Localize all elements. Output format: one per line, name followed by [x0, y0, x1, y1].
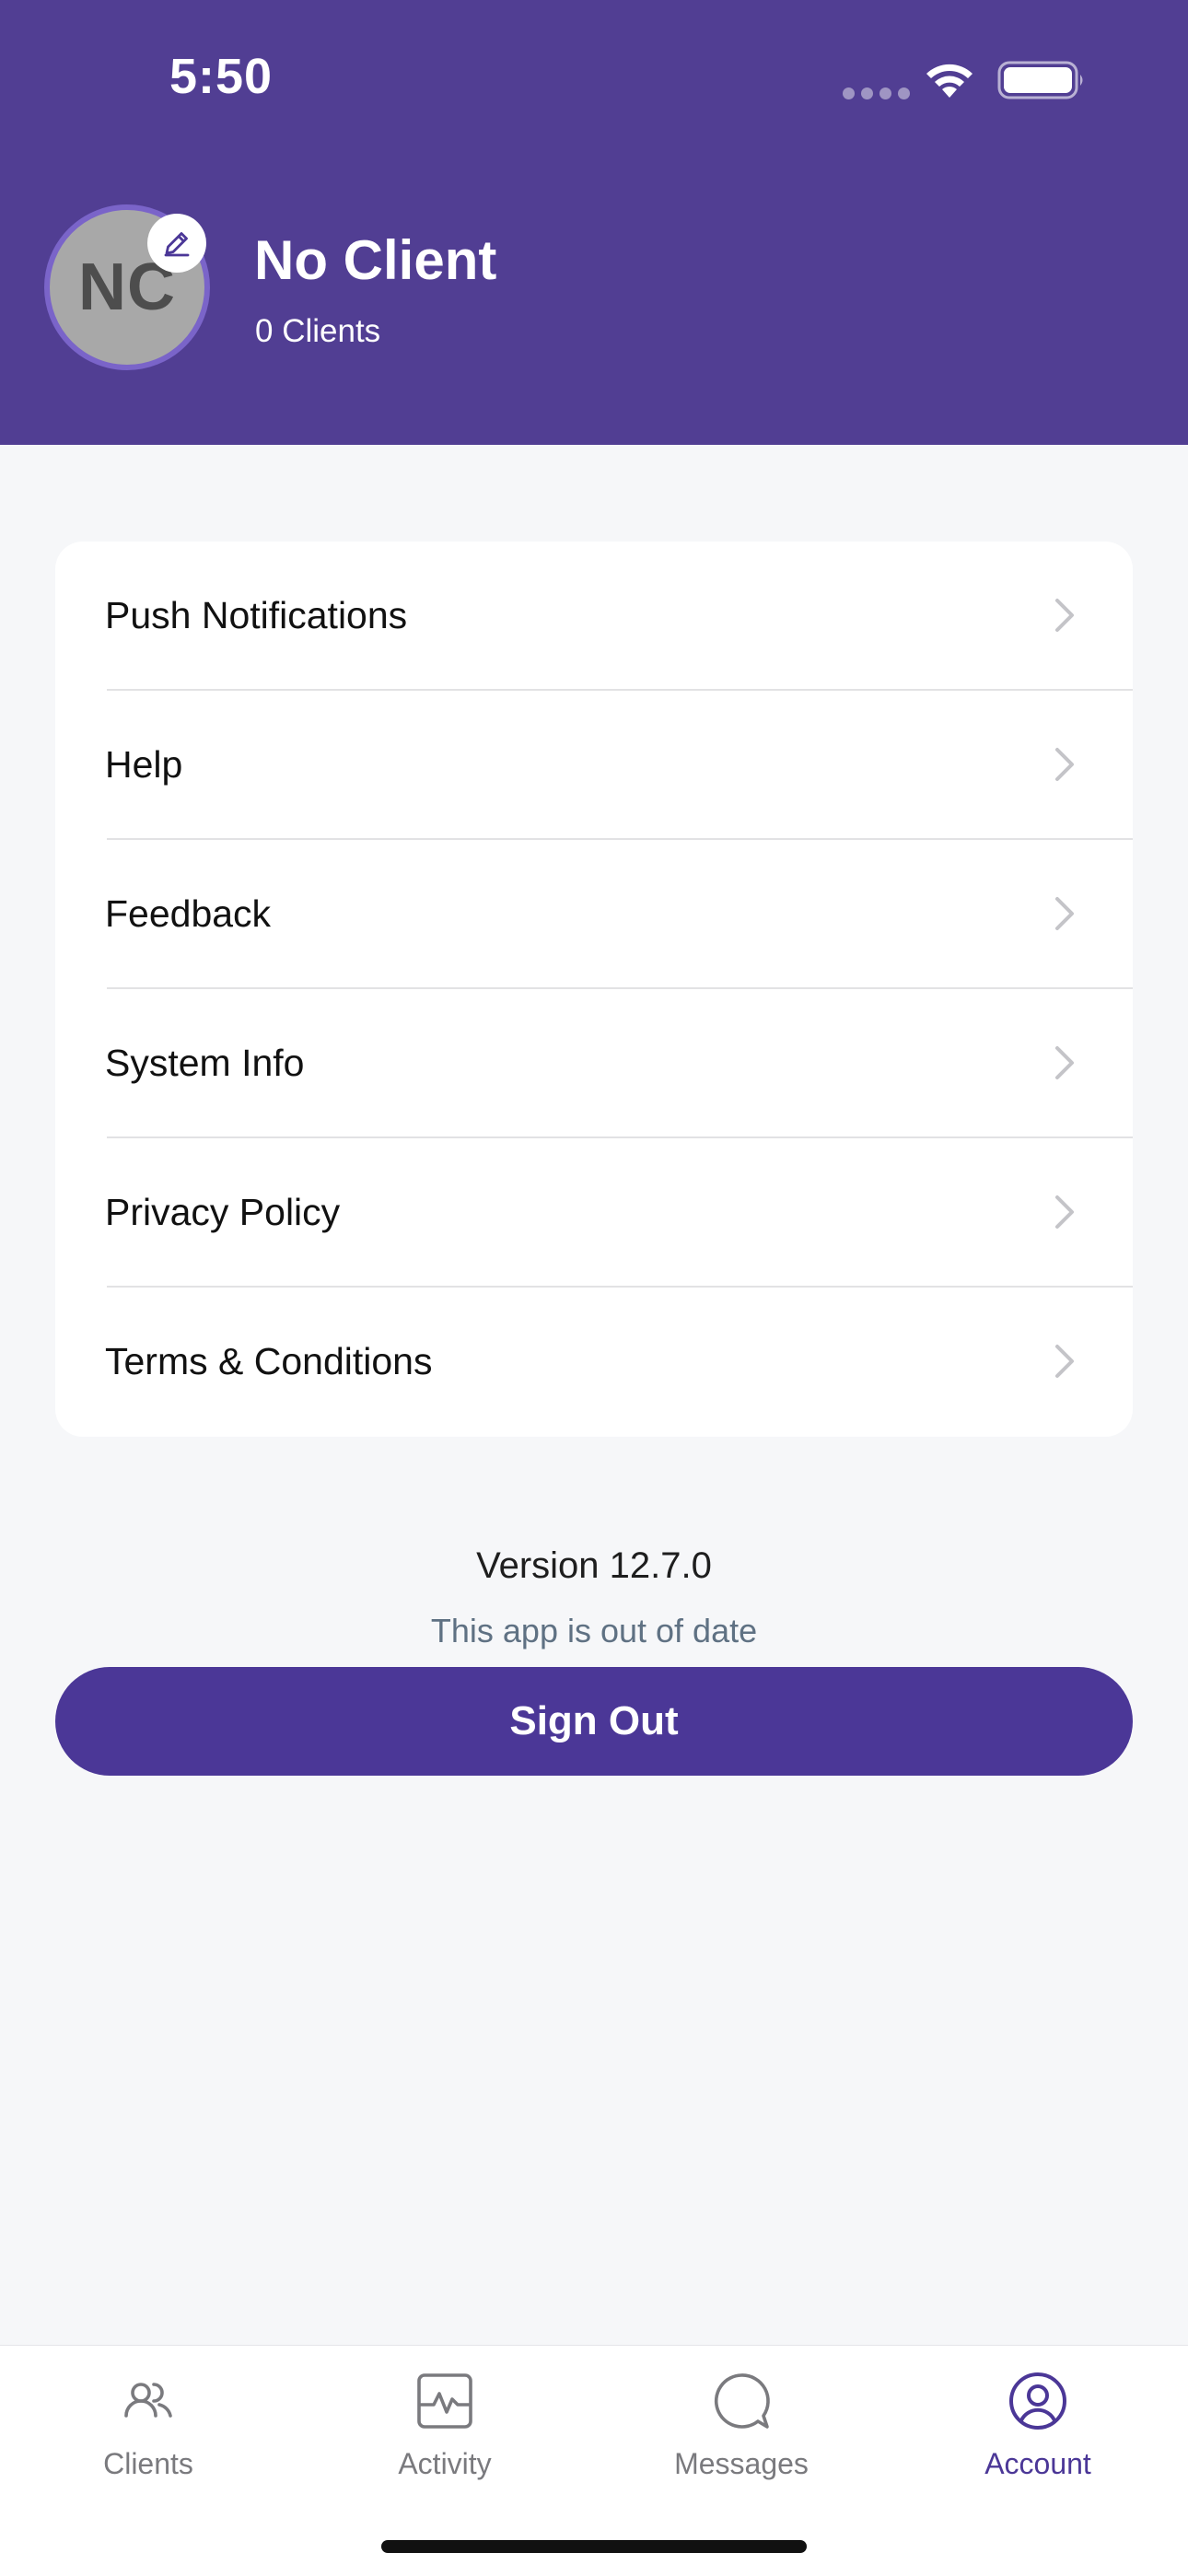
tab-activity[interactable]: Activity	[297, 2370, 593, 2489]
wifi-icon	[926, 64, 973, 98]
menu-item-system-info[interactable]: System Info	[55, 989, 1133, 1138]
chevron-right-icon	[1055, 748, 1074, 781]
tab-clients[interactable]: Clients	[0, 2370, 297, 2489]
menu-item-label: Terms & Conditions	[105, 1340, 433, 1382]
tab-label: Activity	[398, 2447, 492, 2480]
sign-out-button[interactable]: Sign Out	[55, 1667, 1133, 1776]
chevron-right-icon	[1055, 1345, 1074, 1378]
chevron-right-icon	[1055, 897, 1074, 930]
menu-item-help[interactable]: Help	[55, 691, 1133, 840]
tab-label: Account	[984, 2447, 1091, 2480]
client-count: 0 Clients	[255, 313, 381, 349]
avatar-container: NC	[44, 204, 210, 370]
outdated-notice: This app is out of date	[430, 1612, 758, 1649]
battery-icon	[997, 61, 1083, 99]
chevron-right-icon	[1055, 1046, 1074, 1079]
tab-messages[interactable]: Messages	[593, 2370, 890, 2489]
menu-item-label: System Info	[105, 1042, 305, 1084]
menu-item-feedback[interactable]: Feedback	[55, 840, 1133, 989]
chevron-right-icon	[1055, 599, 1074, 632]
tab-label: Messages	[674, 2447, 809, 2480]
menu-item-privacy-policy[interactable]: Privacy Policy	[55, 1138, 1133, 1288]
status-time: 5:50	[169, 49, 274, 104]
profile-header: 5:50 NC No Client 0 Clients	[0, 0, 1188, 445]
home-indicator[interactable]	[381, 2540, 807, 2553]
tab-label: Clients	[103, 2447, 193, 2480]
account-icon	[1009, 2372, 1066, 2430]
pencil-icon	[164, 232, 190, 257]
chevron-right-icon	[1055, 1195, 1074, 1229]
menu-item-terms-conditions[interactable]: Terms & Conditions	[55, 1288, 1133, 1437]
messages-icon	[714, 2373, 770, 2429]
menu-item-label: Push Notifications	[105, 594, 408, 636]
edit-avatar-button[interactable]	[147, 214, 206, 273]
cellular-signal-icon	[843, 87, 910, 99]
menu-item-label: Help	[105, 743, 183, 786]
tab-account[interactable]: Account	[890, 2370, 1186, 2489]
menu-item-label: Feedback	[105, 892, 272, 935]
activity-icon	[417, 2373, 472, 2429]
version-label: Version 12.7.0	[476, 1545, 712, 1586]
clients-icon	[124, 2383, 172, 2418]
menu-item-push-notifications[interactable]: Push Notifications	[55, 542, 1133, 691]
settings-menu: Push Notifications Help Feedback System …	[55, 542, 1133, 1437]
menu-item-label: Privacy Policy	[105, 1191, 341, 1233]
client-name: No Client	[254, 229, 497, 291]
